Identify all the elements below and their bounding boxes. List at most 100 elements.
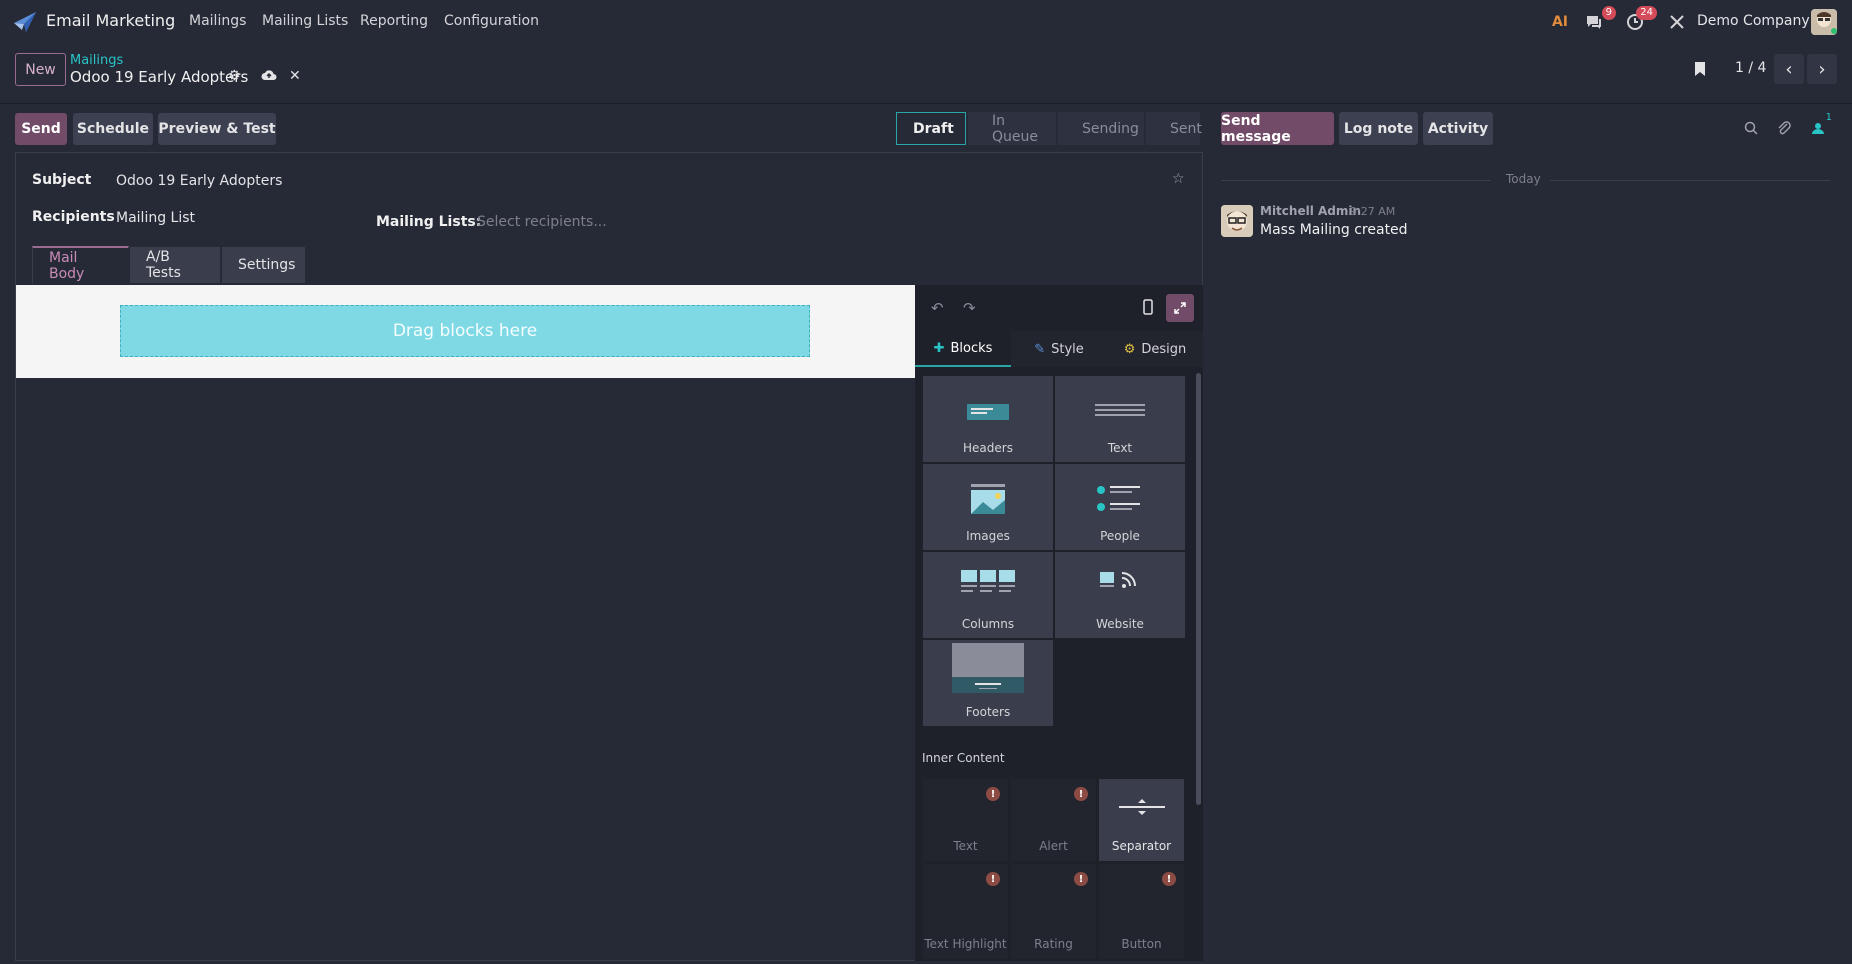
sidebar-scrollbar[interactable] [1196, 373, 1201, 805]
message-time: 9:27 AM [1350, 205, 1396, 218]
send-message-button[interactable]: Send message [1221, 112, 1334, 145]
save-cloud-icon[interactable] [261, 68, 277, 86]
inner-block-rating-label: Rating [1034, 937, 1073, 951]
inner-content-title: Inner Content [922, 751, 1005, 765]
block-columns[interactable]: Columns [923, 552, 1053, 638]
message-author-avatar[interactable] [1221, 205, 1253, 237]
tab-blocks[interactable]: ✚ Blocks [915, 331, 1011, 367]
block-text[interactable]: Text [1055, 376, 1185, 462]
search-icon[interactable] [1741, 118, 1761, 138]
undo-icon[interactable]: ↶ [931, 299, 944, 317]
status-bar: Draft In Queue Sending Sent [896, 112, 1202, 145]
activities-clock-icon[interactable]: 24 [1623, 6, 1657, 34]
tab-mail-body[interactable]: Mail Body [32, 246, 129, 284]
tab-style[interactable]: ✎ Style [1011, 331, 1107, 367]
mailing-lists-input[interactable]: Select recipients... [477, 214, 607, 230]
activities-badge: 24 [1636, 6, 1657, 20]
menu-reporting[interactable]: Reporting [360, 13, 428, 29]
block-images-label: Images [966, 529, 1010, 543]
recipients-select[interactable]: Mailing List [116, 210, 195, 226]
control-panel: New Mailings Odoo 19 Early Adopters ⚙ ✕ … [0, 44, 1852, 104]
ai-icon[interactable]: AI [1548, 10, 1572, 34]
message-body: Mass Mailing created [1260, 222, 1408, 238]
block-footers[interactable]: Footers [923, 640, 1053, 726]
followers-count: 1 [1825, 112, 1832, 123]
stage-sending[interactable]: Sending [1058, 112, 1144, 145]
app-name[interactable]: Email Marketing [46, 11, 175, 30]
stage-in-queue[interactable]: In Queue [968, 112, 1056, 145]
subject-label: Subject [32, 172, 92, 188]
tab-ab-tests[interactable]: A/B Tests [129, 246, 221, 284]
send-button[interactable]: Send [15, 113, 67, 145]
discard-close-icon[interactable]: ✕ [289, 68, 301, 84]
message-author[interactable]: Mitchell Admin [1260, 204, 1361, 218]
pager-previous-chevron-icon[interactable]: ‹ [1774, 54, 1804, 84]
stage-sent[interactable]: Sent [1146, 112, 1202, 145]
star-icon[interactable]: ☆ [1172, 171, 1185, 187]
menu-mailing-lists[interactable]: Mailing Lists [262, 13, 348, 29]
breadcrumb-parent[interactable]: Mailings [70, 53, 123, 68]
record-name: Odoo 19 Early Adopters [70, 68, 249, 86]
tab-design[interactable]: ⚙ Design [1107, 331, 1203, 367]
image-icon [971, 484, 1005, 514]
editor-sidebar: ↶ ↷ ✚ Blocks ✎ Style ⚙ Design Headers Text … [915, 285, 1203, 961]
messages-icon[interactable]: 9 [1582, 6, 1616, 34]
block-people[interactable]: People [1055, 464, 1185, 550]
pager-next-chevron-icon[interactable]: › [1807, 54, 1837, 84]
menu-configuration[interactable]: Configuration [444, 13, 539, 29]
block-images[interactable]: Images [923, 464, 1053, 550]
cog-icon: ⚙ [1123, 341, 1136, 357]
subject-input[interactable]: Odoo 19 Early Adopters [116, 173, 282, 189]
inner-block-separator-label: Separator [1111, 839, 1172, 853]
separator-icon [1119, 799, 1165, 815]
editor-toolbar: ↶ ↷ [915, 285, 1203, 331]
schedule-button[interactable]: Schedule [73, 113, 153, 145]
warning-icon: ! [1162, 872, 1176, 886]
gear-icon[interactable]: ⚙ [228, 68, 241, 84]
plus-icon: ✚ [933, 340, 945, 356]
fullscreen-expand-icon[interactable] [1166, 294, 1194, 322]
inner-block-alert-label: Alert [1039, 839, 1068, 853]
block-headers-label: Headers [963, 441, 1013, 455]
user-avatar[interactable] [1811, 9, 1837, 35]
tools-icon[interactable] [1665, 10, 1689, 34]
inner-block-rating[interactable]: ! Rating [1011, 864, 1096, 959]
inner-block-separator[interactable]: Separator [1099, 779, 1184, 861]
company-switcher[interactable]: Demo Company [1697, 13, 1810, 29]
tab-settings[interactable]: Settings [221, 246, 306, 284]
tab-blocks-label: Blocks [950, 340, 993, 356]
paperclip-icon[interactable] [1774, 118, 1794, 138]
inner-block-text[interactable]: ! Text [923, 779, 1008, 861]
inner-block-button[interactable]: ! Button [1099, 864, 1184, 959]
bookmark-icon[interactable] [1693, 60, 1707, 82]
preview-test-button[interactable]: Preview & Test [158, 113, 276, 145]
editor-panel-tabs: ✚ Blocks ✎ Style ⚙ Design [915, 331, 1203, 367]
new-button[interactable]: New [15, 53, 66, 86]
redo-icon[interactable]: ↷ [963, 299, 976, 317]
mail-body-canvas[interactable]: Drag blocks here [16, 285, 915, 378]
inner-block-text-highlight-label: Text Highlight [924, 937, 1007, 951]
stage-draft[interactable]: Draft [896, 112, 966, 145]
inner-block-text-highlight[interactable]: ! Text Highlight [923, 864, 1008, 959]
pager-value[interactable]: 1 / 4 [1735, 60, 1766, 76]
email-marketing-logo-icon[interactable] [12, 10, 38, 34]
block-website[interactable]: Website [1055, 552, 1185, 638]
warning-icon: ! [1074, 872, 1088, 886]
drag-blocks-dropzone[interactable]: Drag blocks here [120, 305, 810, 357]
block-text-label: Text [1107, 441, 1133, 455]
log-note-button[interactable]: Log note [1339, 112, 1418, 145]
followers-icon[interactable]: 1 [1808, 112, 1832, 138]
menu-mailings[interactable]: Mailings [189, 13, 246, 29]
columns-icon [961, 570, 1015, 592]
inner-block-alert[interactable]: ! Alert [1011, 779, 1096, 861]
block-headers[interactable]: Headers [923, 376, 1053, 462]
block-footers-label: Footers [965, 705, 1011, 719]
tab-style-label: Style [1051, 341, 1084, 357]
footer-icon [952, 643, 1024, 693]
inner-block-button-label: Button [1121, 937, 1162, 951]
block-columns-label: Columns [961, 617, 1015, 631]
mobile-preview-icon[interactable] [1143, 299, 1153, 319]
activity-button[interactable]: Activity [1423, 112, 1493, 145]
headers-icon [967, 404, 1009, 420]
top-navbar: Email Marketing Mailings Mailing Lists R… [0, 0, 1852, 44]
